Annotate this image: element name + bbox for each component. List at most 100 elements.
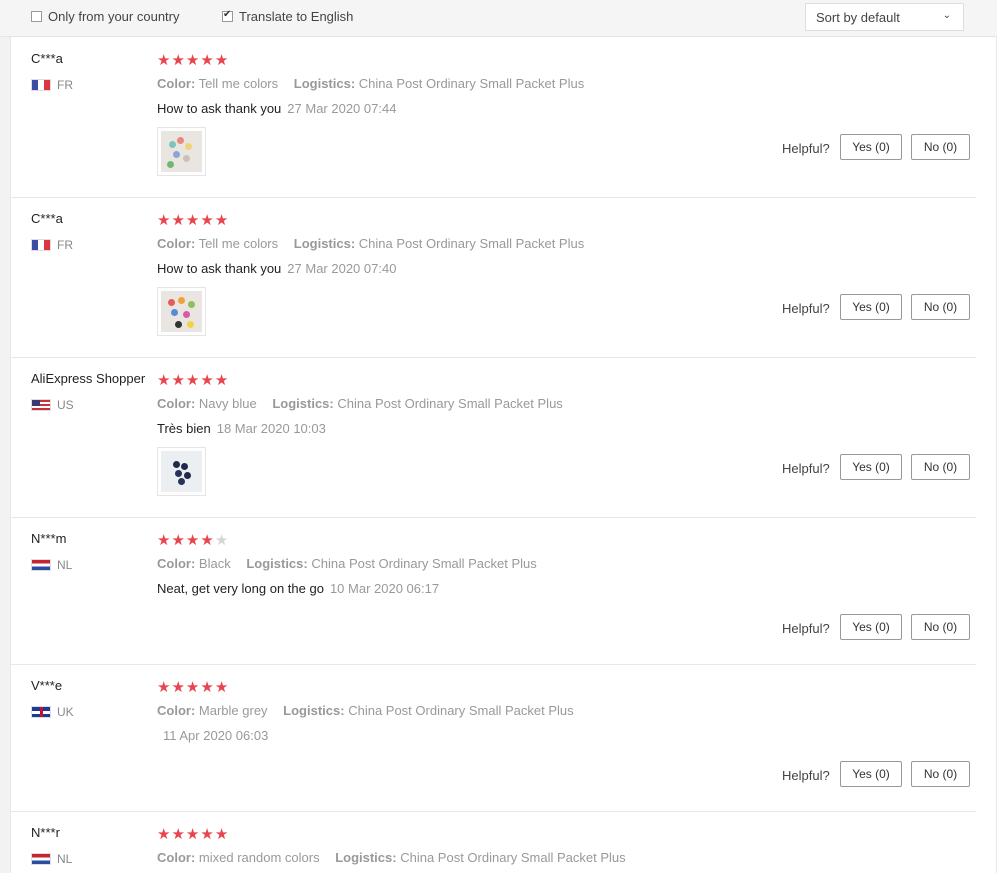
helpful-yes-button[interactable]: Yes (0) (840, 761, 902, 787)
review-attributes: Color: Navy blue Logistics: China Post O… (157, 396, 575, 411)
review-date: 10 Mar 2020 06:17 (329, 581, 440, 596)
review-date: 27 Mar 2020 07:44 (287, 101, 397, 116)
review-item: N***r NL ★★★★★ Color: mixed random color… (11, 811, 976, 873)
color-label: Color: (157, 236, 196, 251)
star-icon: ★ (157, 372, 172, 389)
flag-fr-icon (31, 239, 51, 251)
helpful-yes-button[interactable]: Yes (0) (840, 614, 902, 640)
flag-us-icon (31, 399, 51, 411)
country-code: NL (57, 558, 73, 572)
star-icon: ★ (185, 679, 201, 696)
star-icon: ★ (200, 826, 215, 843)
flag-nl-icon (31, 853, 51, 865)
logistics-label: Logistics: (293, 236, 356, 251)
logistics-value: China Post Ordinary Small Packet Plus (358, 236, 585, 251)
logistics-label: Logistics: (283, 703, 345, 718)
star-icon: ★ (171, 372, 186, 389)
logistics-label: Logistics: (293, 76, 356, 91)
star-icon: ★ (171, 826, 186, 843)
translate-checkbox[interactable] (222, 9, 233, 22)
helpful-yes-button[interactable]: Yes (0) (840, 294, 902, 320)
country-code: FR (57, 78, 73, 92)
star-icon: ★ (214, 372, 230, 389)
reviewer-name: C***a (31, 211, 63, 226)
reviewer-name: AliExpress Shopper (31, 371, 146, 386)
reviewer-country: NL (31, 852, 72, 866)
star-icon: ★ (214, 52, 230, 69)
review-date: 27 Mar 2020 07:40 (287, 261, 397, 276)
color-label: Color: (157, 76, 196, 91)
color-value: mixed random colors (198, 850, 320, 865)
only-country-checkbox[interactable] (31, 11, 42, 22)
helpful-no-button[interactable]: No (0) (911, 761, 970, 787)
helpful-label: Helpful? (782, 141, 830, 156)
star-rating: ★★★★★ (157, 211, 229, 229)
star-icon: ★ (171, 52, 186, 69)
review-photo-thumbnail[interactable] (157, 127, 206, 176)
feedback-text: How to ask thank you (157, 261, 282, 276)
feedback-text: Très bien (157, 421, 211, 436)
reviewer-country: UK (31, 705, 74, 719)
star-icon: ★ (171, 532, 186, 549)
color-value: Black (198, 556, 231, 571)
star-icon: ★ (157, 679, 172, 696)
only-country-option[interactable]: Only from your country (31, 9, 180, 24)
helpful-no-button[interactable]: No (0) (911, 134, 970, 160)
translate-label: Translate to English (239, 9, 354, 24)
country-code: FR (57, 238, 73, 252)
color-label: Color: (157, 703, 196, 718)
country-code: UK (57, 705, 74, 719)
helpful-no-button[interactable]: No (0) (911, 454, 970, 480)
star-icon: ★ (157, 52, 172, 69)
helpful-no-button[interactable]: No (0) (911, 614, 970, 640)
star-empty-icon: ★ (214, 532, 230, 549)
filter-bar: Only from your country Translate to Engl… (0, 0, 997, 37)
review-item: N***m NL ★★★★★ Color: Black Logistics: C… (11, 517, 976, 665)
star-icon: ★ (185, 372, 201, 389)
flag-fr-icon (31, 79, 51, 91)
star-icon: ★ (200, 372, 215, 389)
reviewer-name: N***r (31, 825, 60, 840)
reviewer-country: FR (31, 238, 73, 252)
star-icon: ★ (200, 532, 215, 549)
review-date: 11 Apr 2020 06:03 (163, 728, 269, 743)
star-rating: ★★★★★ (157, 371, 229, 389)
star-icon: ★ (185, 532, 201, 549)
review-attributes: Color: Tell me colors Logistics: China P… (157, 236, 596, 251)
logistics-value: China Post Ordinary Small Packet Plus (400, 850, 626, 865)
translate-option[interactable]: Translate to English (222, 9, 353, 24)
review-date: 18 Mar 2020 10:03 (216, 421, 326, 436)
review-attributes: Color: mixed random colors Logistics: Ch… (157, 850, 638, 865)
star-icon: ★ (157, 532, 172, 549)
star-rating: ★★★★★ (157, 531, 229, 549)
star-icon: ★ (185, 212, 201, 229)
feedback-text: How to ask thank you (157, 101, 282, 116)
star-icon: ★ (185, 826, 201, 843)
logistics-value: China Post Ordinary Small Packet Plus (311, 556, 537, 571)
logistics-value: China Post Ordinary Small Packet Plus (358, 76, 585, 91)
color-value: Tell me colors (198, 76, 279, 91)
reviewer-country: US (31, 398, 74, 412)
review-photo (161, 291, 202, 332)
review-attributes: Color: Tell me colors Logistics: China P… (157, 76, 596, 91)
helpful-yes-button[interactable]: Yes (0) (840, 454, 902, 480)
star-icon: ★ (214, 826, 230, 843)
reviews-list: C***a FR ★★★★★ Color: Tell me colors Log… (10, 37, 997, 873)
review-text: How to ask thank you 27 Mar 2020 07:40 (157, 261, 396, 276)
star-rating: ★★★★★ (157, 678, 229, 696)
reviewer-country: FR (31, 78, 73, 92)
reviewer-name: V***e (31, 678, 63, 693)
color-label: Color: (157, 850, 196, 865)
star-icon: ★ (214, 212, 230, 229)
review-photo-thumbnail[interactable] (157, 447, 206, 496)
helpful-no-button[interactable]: No (0) (911, 294, 970, 320)
helpful-label: Helpful? (782, 768, 830, 783)
logistics-value: China Post Ordinary Small Packet Plus (348, 703, 574, 718)
helpful-yes-button[interactable]: Yes (0) (840, 134, 902, 160)
sort-select[interactable]: Sort by default ⌄ (805, 3, 964, 31)
star-icon: ★ (171, 679, 186, 696)
review-attributes: Color: Marble grey Logistics: China Post… (157, 703, 586, 718)
review-photo (161, 131, 202, 172)
review-item: C***a FR ★★★★★ Color: Tell me colors Log… (11, 197, 976, 358)
review-photo-thumbnail[interactable] (157, 287, 206, 336)
